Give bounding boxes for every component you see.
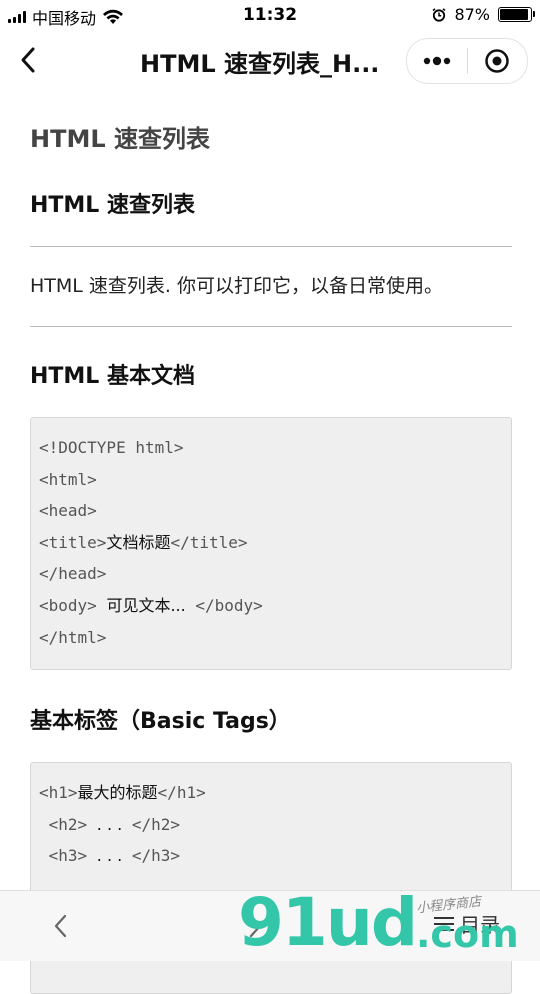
code-line: <h1>最大的标题</h1> xyxy=(39,777,503,809)
code-line: <h3> . . . </h3> xyxy=(39,840,503,872)
back-button[interactable] xyxy=(10,42,46,78)
code-text: . . . xyxy=(96,846,123,866)
code-line: <head> xyxy=(39,495,503,527)
chevron-left-icon xyxy=(21,47,35,73)
code-line: <title>文档标题</title> xyxy=(39,527,503,559)
toc-label: 目录 xyxy=(460,913,500,937)
code-line: <html> xyxy=(39,464,503,496)
code-line: <!DOCTYPE html> xyxy=(39,432,503,464)
status-right: 87% xyxy=(432,5,535,24)
code-tag: </body> xyxy=(185,595,263,615)
code-tag: </html> xyxy=(39,627,107,647)
more-button[interactable] xyxy=(407,39,467,83)
status-bar: 中国移动 11:32 87% xyxy=(0,0,540,30)
code-text: 最大的标题 xyxy=(77,783,158,803)
code-tag: <!DOCTYPE html> xyxy=(39,438,184,457)
list-icon xyxy=(434,916,454,931)
article-content: HTML 速查列表 HTML 速查列表 HTML 速查列表. 你可以打印它，以备… xyxy=(30,90,512,994)
code-tag: </head> xyxy=(39,564,107,584)
battery-icon xyxy=(498,7,535,22)
more-dots-icon xyxy=(423,56,450,66)
code-line: <body> 可见文本... </body> xyxy=(39,590,503,622)
code-text: 可见文本... xyxy=(106,595,186,615)
bottom-toolbar: 目录 xyxy=(0,890,540,961)
table-of-contents-button[interactable]: 目录 xyxy=(432,909,500,938)
previous-page-button[interactable] xyxy=(46,911,76,941)
target-circle-icon xyxy=(485,49,509,73)
close-mini-program-button[interactable] xyxy=(468,39,528,83)
section-title-basic-document: HTML 基本文档 xyxy=(30,364,195,389)
chevron-right-icon xyxy=(249,914,262,938)
code-line: <h2> . . . </h2> xyxy=(39,809,503,841)
code-tag: <head> xyxy=(39,501,97,521)
divider xyxy=(30,246,512,247)
divider xyxy=(30,326,512,327)
code-line: </head> xyxy=(39,558,503,590)
code-tag: </h1> xyxy=(157,783,206,803)
code-tag: <title> xyxy=(39,532,107,552)
nav-title: HTML 速查列表_H... xyxy=(140,50,380,78)
code-tag: <h1> xyxy=(39,783,78,803)
code-block-basic-document: <!DOCTYPE html> <html> <head> <title>文档标题</… xyxy=(30,417,512,671)
description-text: HTML 速查列表. 你可以打印它，以备日常使用。 xyxy=(30,275,443,297)
battery-percent: 87% xyxy=(454,5,490,24)
section-title-cheatsheet: HTML 速查列表 xyxy=(30,193,195,218)
chevron-left-icon xyxy=(54,914,67,938)
code-tag: </h3> xyxy=(122,846,181,866)
section-title-basic-tags: 基本标签（Basic Tags） xyxy=(30,709,291,735)
code-line: </html> xyxy=(39,622,503,654)
nav-bar: HTML 速查列表_H... xyxy=(0,30,540,90)
code-tag: <html> xyxy=(39,469,97,489)
code-tag: <h2> xyxy=(39,814,97,834)
code-text: . . . xyxy=(96,814,123,834)
alarm-icon xyxy=(432,7,446,22)
code-tag: </title> xyxy=(170,532,248,552)
code-tag: <body> xyxy=(39,595,107,615)
code-tag: <h3> xyxy=(39,846,97,866)
code-text: 文档标题 xyxy=(106,532,171,552)
mini-program-capsule xyxy=(406,38,528,84)
next-page-button[interactable] xyxy=(240,911,270,941)
page-title: HTML 速查列表 xyxy=(30,125,210,153)
code-tag: </h2> xyxy=(122,814,181,834)
battery-fill xyxy=(500,9,528,20)
